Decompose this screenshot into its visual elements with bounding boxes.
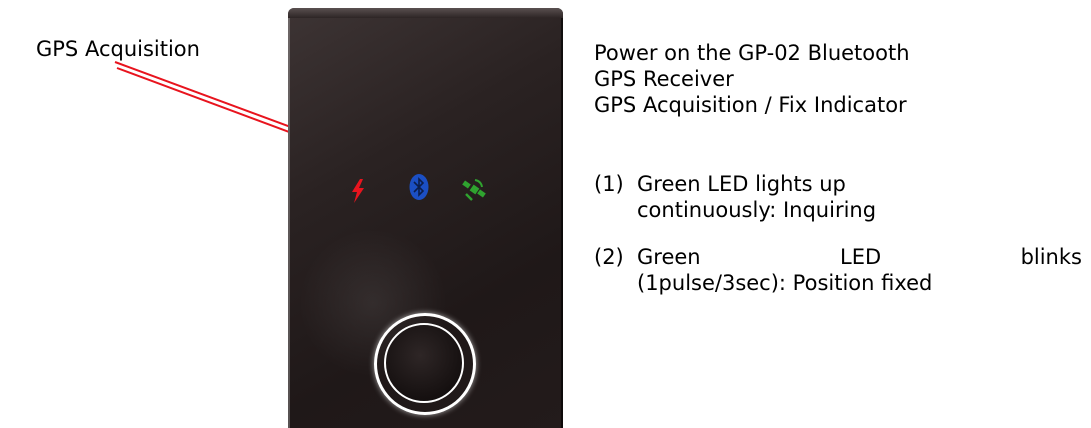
step-text-line-2: continuously: Inquiring	[637, 198, 877, 222]
gps-satellite-led-icon	[461, 178, 487, 206]
step-text-line-2: (1pulse/3sec): Position fixed	[637, 271, 933, 295]
device-top-edge	[288, 8, 563, 18]
heading-line-1: Power on the GP-02 Bluetooth	[594, 41, 910, 65]
step-word: Green	[637, 245, 701, 269]
step-word: blinks	[1020, 245, 1082, 269]
heading-line-2: GPS Receiver	[594, 67, 734, 91]
step-text-line-1: Green LED blinks	[637, 244, 1082, 270]
power-button-face[interactable]	[384, 323, 464, 403]
step-inquiring: (1) Green LED lights up continuously: In…	[594, 171, 1084, 223]
indicator-steps-list: (1) Green LED lights up continuously: In…	[594, 171, 1084, 296]
power-button[interactable]	[374, 313, 476, 415]
step-number: (2)	[594, 245, 624, 269]
step-number: (1)	[594, 172, 624, 196]
instructions-panel: Power on the GP-02 Bluetooth GPS Receive…	[594, 40, 1084, 296]
power-led-icon	[351, 179, 365, 207]
step-text-line-1: Green LED lights up	[637, 172, 846, 196]
step-position-fixed: (2) Green LED blinks (1pulse/3sec): Posi…	[594, 244, 1084, 296]
gps-receiver-device	[288, 8, 563, 428]
step-word: LED	[840, 245, 882, 269]
bluetooth-led-icon	[409, 173, 429, 205]
heading-line-3: GPS Acquisition / Fix Indicator	[594, 93, 907, 117]
